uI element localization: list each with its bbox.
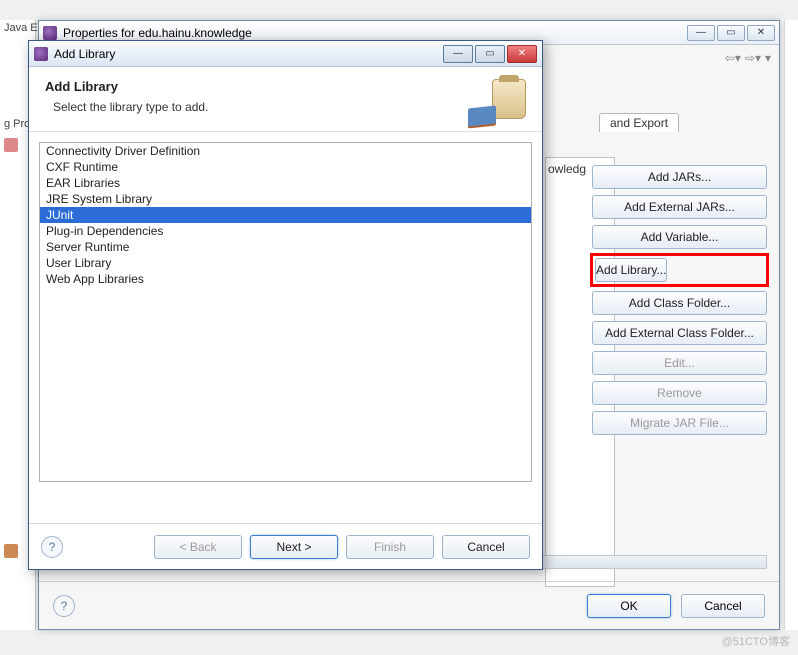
close-button[interactable]: ✕ (747, 25, 775, 41)
migrate-jar-button: Migrate JAR File... (592, 411, 767, 435)
build-path-buttons: Add JARs... Add External JARs... Add Var… (592, 165, 767, 435)
dialog-title: Add Library (54, 47, 115, 61)
dialog-header: Add Library Select the library type to a… (29, 67, 542, 132)
library-type-item[interactable]: JUnit (40, 207, 531, 223)
library-type-item[interactable]: JRE System Library (40, 191, 531, 207)
perspective-label: Java E (0, 20, 35, 36)
add-external-jars-button[interactable]: Add External JARs... (592, 195, 767, 219)
menu-arrow-icon[interactable]: ▾ (765, 51, 771, 65)
close-button[interactable]: ✕ (507, 45, 537, 63)
add-variable-button[interactable]: Add Variable... (592, 225, 767, 249)
properties-footer: ? OK Cancel (39, 581, 779, 629)
add-external-class-folder-button[interactable]: Add External Class Folder... (592, 321, 767, 345)
add-library-button[interactable]: Add Library... (595, 258, 667, 282)
library-type-item[interactable]: Connectivity Driver Definition (40, 143, 531, 159)
tree-node-icon (4, 544, 18, 558)
back-button: < Back (154, 535, 242, 559)
dialog-heading: Add Library (45, 79, 474, 94)
add-jars-button[interactable]: Add JARs... (592, 165, 767, 189)
watermark: @51CTO博客 (722, 633, 790, 649)
library-jar-icon (474, 79, 526, 123)
highlight-annotation: Add Library... (590, 253, 769, 287)
cancel-button[interactable]: Cancel (442, 535, 530, 559)
next-button[interactable]: Next > (250, 535, 338, 559)
dialog-titlebar[interactable]: Add Library — ▭ ✕ (29, 41, 542, 67)
editor-peek (784, 20, 798, 630)
add-library-dialog: Add Library — ▭ ✕ Add Library Select the… (28, 40, 543, 570)
eclipse-icon (43, 26, 57, 40)
minimize-button[interactable]: — (443, 45, 473, 63)
library-type-item[interactable]: Web App Libraries (40, 271, 531, 287)
add-class-folder-button[interactable]: Add Class Folder... (592, 291, 767, 315)
properties-title: Properties for edu.hainu.knowledge (63, 26, 252, 40)
library-type-item[interactable]: Server Runtime (40, 239, 531, 255)
tree-node-icon (4, 138, 18, 152)
minimize-button[interactable]: — (687, 25, 715, 41)
cancel-button[interactable]: Cancel (681, 594, 765, 618)
dialog-footer: ? < Back Next > Finish Cancel (29, 523, 542, 569)
library-type-item[interactable]: EAR Libraries (40, 175, 531, 191)
tab-strip: and Export (599, 113, 771, 135)
tab-order-export[interactable]: and Export (599, 113, 679, 132)
nav-history[interactable]: ⇦▾ ⇨▾ ▾ (725, 51, 771, 65)
library-type-item[interactable]: Plug-in Dependencies (40, 223, 531, 239)
dialog-subtitle: Select the library type to add. (45, 100, 474, 114)
help-icon[interactable]: ? (53, 595, 75, 617)
remove-button: Remove (592, 381, 767, 405)
library-type-item[interactable]: CXF Runtime (40, 159, 531, 175)
maximize-button[interactable]: ▭ (717, 25, 745, 41)
forward-arrow-icon[interactable]: ⇨▾ (745, 51, 761, 65)
library-type-item[interactable]: User Library (40, 255, 531, 271)
help-icon[interactable]: ? (41, 536, 63, 558)
finish-button: Finish (346, 535, 434, 559)
maximize-button[interactable]: ▭ (475, 45, 505, 63)
back-arrow-icon[interactable]: ⇦▾ (725, 51, 741, 65)
library-type-list[interactable]: Connectivity Driver DefinitionCXF Runtim… (39, 142, 532, 482)
edit-button: Edit... (592, 351, 767, 375)
eclipse-icon (34, 47, 48, 61)
ok-button[interactable]: OK (587, 594, 671, 618)
